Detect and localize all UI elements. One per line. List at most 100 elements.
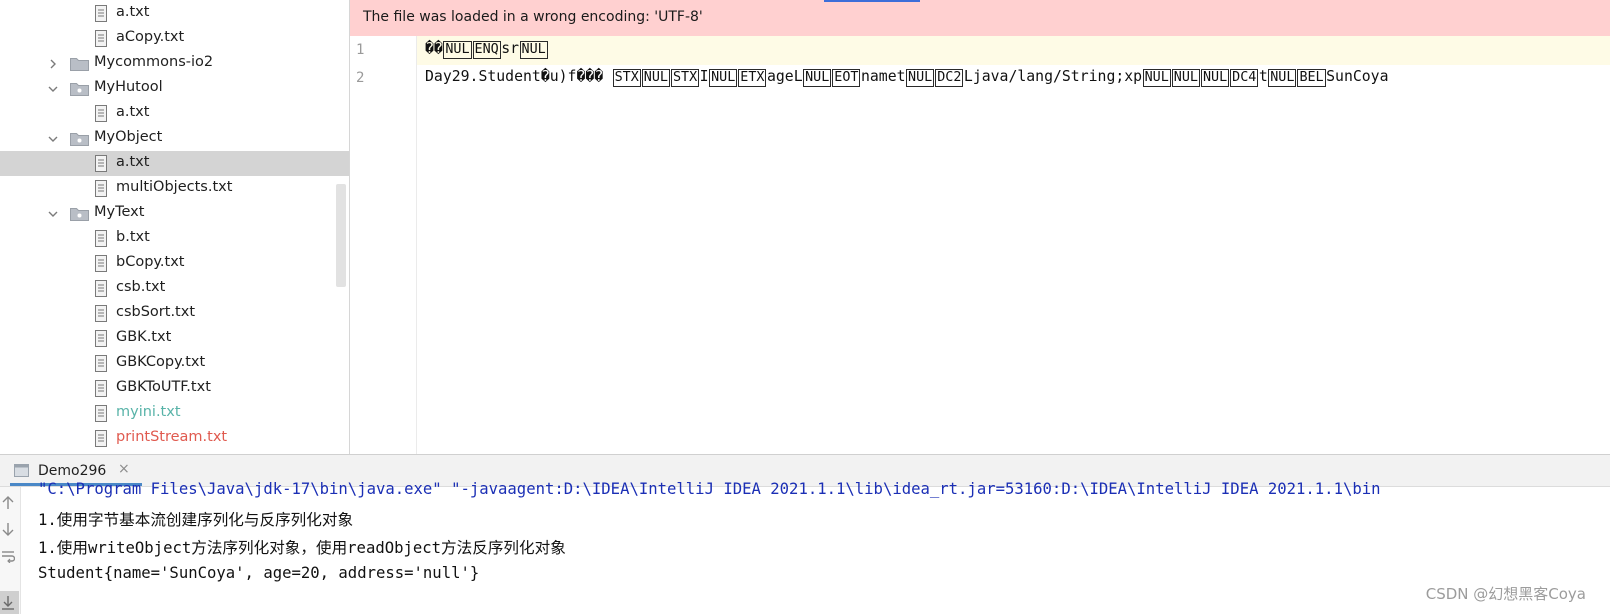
text-file-icon [95, 105, 107, 122]
control-char-badge: NUL [641, 69, 670, 87]
line-number: 2 [356, 70, 365, 86]
chevron-down-icon[interactable] [46, 207, 60, 221]
control-char-badge: NUL [1142, 69, 1171, 87]
tree-item-label: MyText [94, 204, 145, 220]
banner-action-link[interactable] [824, 0, 920, 2]
tree-item-label: GBKCopy.txt [116, 354, 206, 370]
tree-file-a-txt-selected[interactable]: a.txt [0, 151, 349, 176]
text-file-icon [95, 255, 107, 272]
current-line-highlight [417, 36, 1610, 65]
text-file-icon [95, 280, 107, 297]
tree-file-csb-txt[interactable]: csb.txt [0, 276, 349, 301]
control-char-badge: NUL [803, 69, 832, 87]
scroll-to-end-icon [0, 593, 16, 613]
control-char-badge: EOT [832, 69, 861, 87]
tree-file-acopy-txt[interactable]: aCopy.txt [0, 26, 349, 51]
console-line: Student{name='SunCoya', age=20, address=… [38, 564, 480, 582]
tree-file-printstream-txt[interactable]: printStream.txt [0, 426, 349, 451]
tree-item-label: multiObjects.txt [116, 179, 233, 195]
tree-file-a-txt[interactable]: a.txt [0, 101, 349, 126]
control-char-badge: NUL [1268, 69, 1297, 87]
tree-scrollbar[interactable] [336, 184, 346, 287]
control-char-badge: DC2 [935, 69, 964, 87]
code-line-2[interactable]: Day29.Student�u)f��� STX NUL STX I NUL ETX age… [425, 68, 1388, 87]
chevron-down-icon[interactable] [46, 132, 60, 146]
tree-file-multiobjects-txt[interactable]: multiObjects.txt [0, 176, 349, 201]
tree-item-label: GBK.txt [116, 329, 172, 345]
chevron-right-icon[interactable] [46, 57, 60, 71]
up-arrow-icon[interactable] [0, 493, 16, 513]
text-file-icon [95, 30, 107, 47]
control-char-badge: NUL [906, 69, 935, 87]
tree-item-label: myini.txt [116, 404, 181, 420]
run-tab-label: Demo296 [38, 463, 107, 479]
invalid-bytes: ��� [576, 68, 613, 85]
folder-icon [70, 208, 89, 221]
control-char-badge: BEL [1297, 69, 1326, 87]
text-file-icon [95, 405, 107, 422]
run-tool-window: Demo296 × "C:\Program Files\Java\jdk-17\… [0, 454, 1610, 614]
tree-item-label: aCopy.txt [116, 29, 185, 45]
down-arrow-icon[interactable] [0, 519, 16, 539]
console-line: 1.使用writeObject方法序列化对象，使用readObject方法反序列… [38, 539, 566, 557]
text-file-icon [95, 305, 107, 322]
tree-file-b-txt[interactable]: b.txt [0, 226, 349, 251]
code-line-1[interactable]: �� NUL ENQ sr NUL [425, 40, 548, 59]
code-text: sr [501, 40, 520, 57]
code-text: SunCoya [1326, 68, 1389, 85]
control-char-badge: NUL [443, 41, 472, 59]
code-text: Ljava/lang/String;xp [963, 68, 1143, 85]
tree-file-gbktoutf-txt[interactable]: GBKToUTF.txt [0, 376, 349, 401]
editor[interactable]: The file was loaded in a wrong encoding:… [350, 0, 1610, 454]
folder-icon [70, 133, 89, 146]
control-char-badge: NUL [519, 41, 548, 59]
tree-item-label: Mycommons-io2 [94, 54, 214, 70]
text-file-icon [95, 380, 107, 397]
close-icon[interactable]: × [118, 461, 130, 477]
text-file-icon [95, 180, 107, 197]
chevron-down-icon[interactable] [46, 82, 60, 96]
code-text: u)f [549, 68, 577, 85]
text-file-icon [95, 330, 107, 347]
run-toolbar [0, 487, 21, 614]
tree-item-label: a.txt [116, 104, 150, 120]
control-char-badge: NUL [1200, 69, 1230, 87]
text-file-icon [95, 155, 107, 172]
soft-wrap-icon[interactable] [0, 546, 16, 566]
console-line-command: "C:\Program Files\Java\jdk-17\bin\java.e… [38, 480, 1381, 498]
folder-icon [70, 83, 89, 96]
tree-folder-mytext[interactable]: MyText [0, 201, 349, 226]
tree-folder-mycommons-io2[interactable]: Mycommons-io2 [0, 51, 349, 76]
tree-folder-myobject[interactable]: MyObject [0, 126, 349, 151]
text-file-icon [95, 355, 107, 372]
tree-item-label: MyObject [94, 129, 163, 145]
code-text: t [1258, 68, 1268, 85]
tree-file-bcopy-txt[interactable]: bCopy.txt [0, 251, 349, 276]
text-file-icon [95, 5, 107, 22]
invalid-bytes: � [540, 68, 550, 85]
tree-file-a-txt[interactable]: a.txt [0, 1, 349, 26]
scroll-to-end-button[interactable] [0, 591, 19, 614]
run-config-icon [14, 464, 29, 477]
control-char-badge: ENQ [472, 41, 501, 59]
tree-file-myini-txt[interactable]: myini.txt [0, 401, 349, 426]
control-char-badge: STX [670, 69, 700, 87]
tree-file-csbsort-txt[interactable]: csbSort.txt [0, 301, 349, 326]
tree-file-gbkcopy-txt[interactable]: GBKCopy.txt [0, 351, 349, 376]
encoding-warning-text: The file was loaded in a wrong encoding:… [363, 9, 703, 25]
folder-icon [70, 58, 89, 71]
tree-file-gbk-txt[interactable]: GBK.txt [0, 326, 349, 351]
tree-item-label: csbSort.txt [116, 304, 196, 320]
code-text: Day29.Student [425, 68, 541, 85]
encoding-warning-banner: The file was loaded in a wrong encoding:… [350, 0, 1610, 36]
line-number: 1 [356, 42, 365, 58]
tree-folder-myhutool[interactable]: MyHutool [0, 76, 349, 101]
control-char-badge: NUL [709, 69, 738, 87]
tree-item-label: bCopy.txt [116, 254, 185, 270]
console-line: 1.使用字节基本流创建序列化与反序列化对象 [38, 511, 354, 529]
code-text: ageL [766, 68, 803, 85]
invalid-bytes: �� [425, 40, 443, 57]
code-text: I [699, 68, 709, 85]
tree-item-label: GBKToUTF.txt [116, 379, 211, 395]
control-char-badge: STX [612, 69, 641, 87]
